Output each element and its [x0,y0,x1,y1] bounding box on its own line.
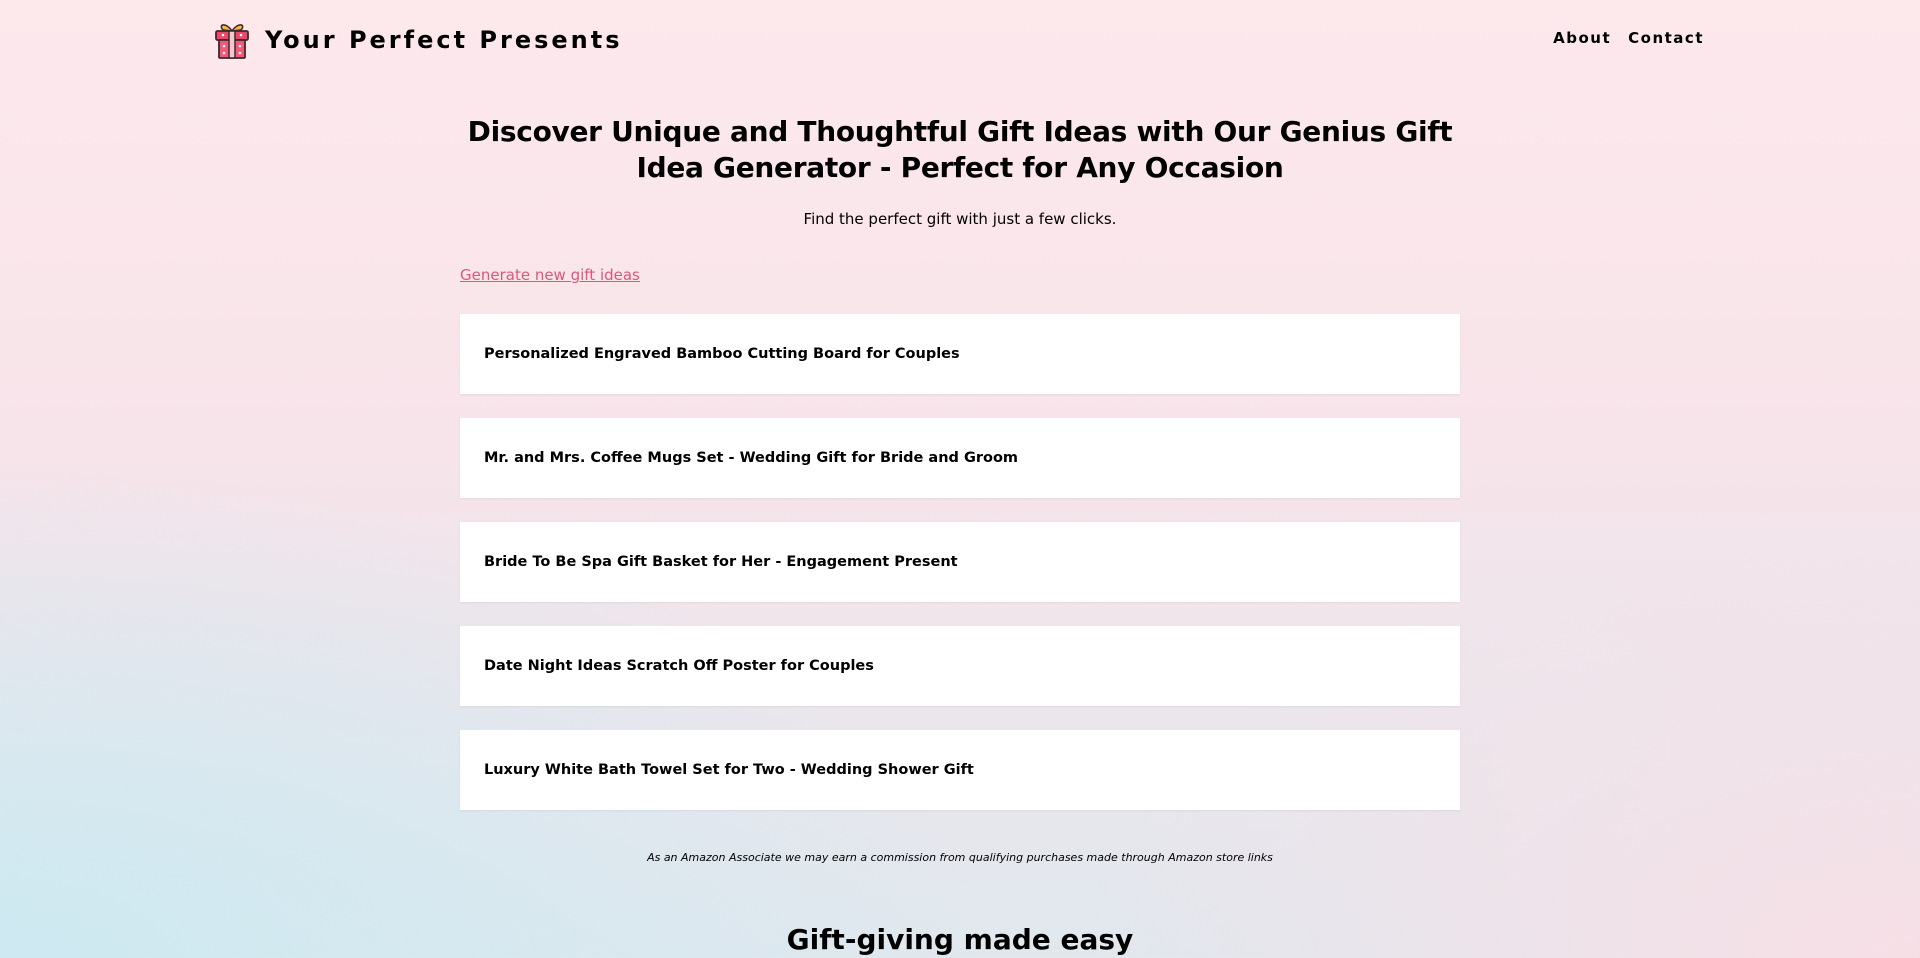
page-title: Discover Unique and Thoughtful Gift Idea… [467,115,1453,184]
gift-idea-title: Luxury White Bath Towel Set for Two - We… [484,762,974,778]
gift-idea-title: Date Night Ideas Scratch Off Poster for … [484,658,874,674]
top-nav: About Contact [1553,29,1704,47]
brand-home-link[interactable]: Your Perfect Presents [211,20,623,60]
generate-ideas-link[interactable]: Generate new gift ideas [460,266,640,284]
nav-contact-link[interactable]: Contact [1628,29,1704,47]
gift-icon [211,19,253,61]
gift-ideas-list: Personalized Engraved Bamboo Cutting Boa… [460,314,1460,834]
gift-idea-title: Mr. and Mrs. Coffee Mugs Set - Wedding G… [484,450,1019,466]
gift-idea-card[interactable]: Personalized Engraved Bamboo Cutting Boa… [460,314,1460,394]
gift-idea-card[interactable]: Mr. and Mrs. Coffee Mugs Set - Wedding G… [460,418,1460,498]
gift-idea-title: Bride To Be Spa Gift Basket for Her - En… [484,554,958,570]
brand-title: Your Perfect Presents [265,26,623,54]
site-header: Your Perfect Presents About Contact [0,0,1920,80]
gift-idea-title: Personalized Engraved Bamboo Cutting Boa… [484,346,960,362]
gift-idea-card[interactable]: Bride To Be Spa Gift Basket for Her - En… [460,522,1460,602]
gift-idea-card[interactable]: Luxury White Bath Towel Set for Two - We… [460,730,1460,810]
affiliate-disclaimer: As an Amazon Associate we may earn a com… [647,851,1273,864]
section-title: Gift-giving made easy [786,923,1134,956]
gift-idea-card[interactable]: Date Night Ideas Scratch Off Poster for … [460,626,1460,706]
page-subtitle: Find the perfect gift with just a few cl… [803,210,1117,228]
nav-about-link[interactable]: About [1553,29,1611,47]
